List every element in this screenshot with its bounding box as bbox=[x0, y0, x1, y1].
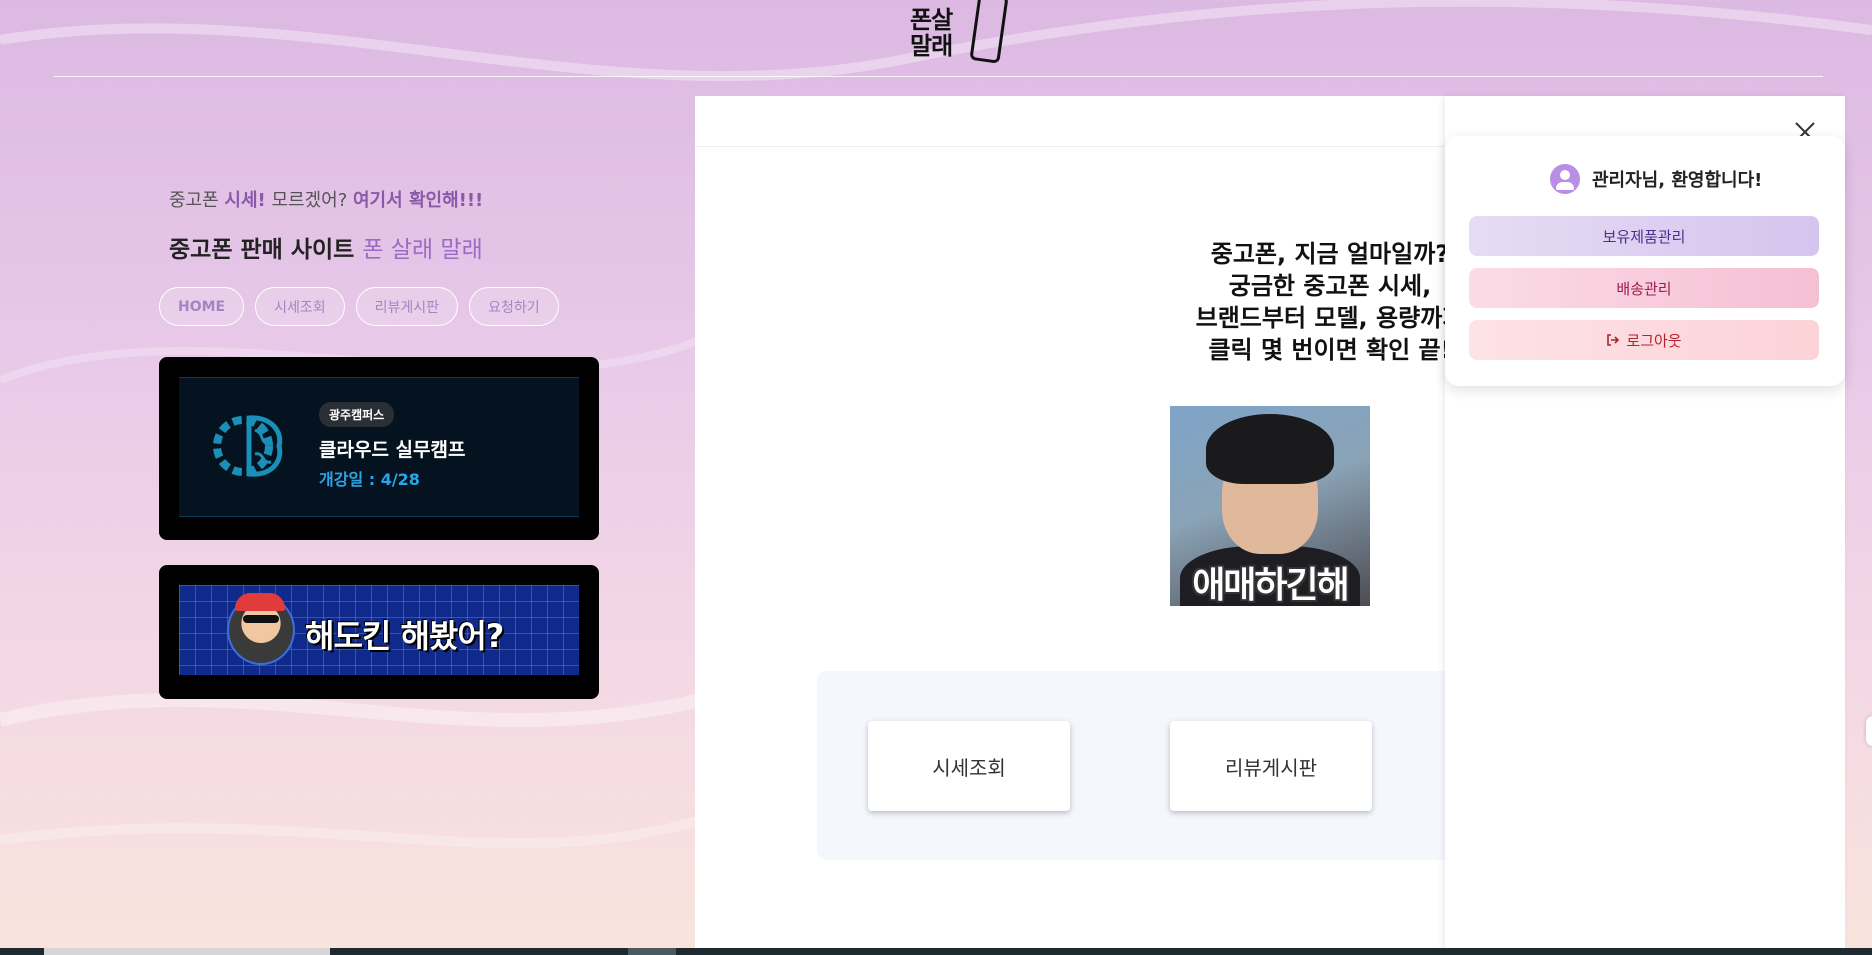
nav-price-lookup[interactable]: 시세조회 bbox=[255, 287, 345, 326]
nav-request[interactable]: 요청하기 bbox=[469, 287, 559, 326]
site-title: 중고폰 판매 사이트 폰 살래 말래 bbox=[169, 237, 483, 263]
logout-icon bbox=[1607, 334, 1620, 346]
logo-line-1: 폰살 bbox=[910, 6, 953, 34]
inventory-management-button[interactable]: 보유제품관리 bbox=[1469, 216, 1819, 256]
os-taskbar bbox=[0, 948, 1872, 955]
admin-side-panel: 관리자님, 환영합니다! 보유제품관리 배송관리 로그아웃 bbox=[1445, 96, 1845, 955]
welcome-text: 관리자님, 환영합니다! bbox=[1592, 170, 1763, 191]
nav-review-board[interactable]: 리뷰게시판 bbox=[355, 287, 459, 326]
brain-gear-icon bbox=[213, 415, 283, 477]
floating-edge-button[interactable] bbox=[1866, 716, 1872, 746]
campus-badge: 광주캠퍼스 bbox=[319, 402, 395, 427]
logo-line-2: 말래 bbox=[910, 32, 953, 60]
user-avatar-icon bbox=[1550, 164, 1580, 194]
video-banner-text: 해도킨 해봤어? bbox=[305, 617, 504, 655]
site-logo[interactable]: 폰살 말래 bbox=[910, 0, 1010, 66]
welcome-row: 관리자님, 환영합니다! bbox=[1550, 164, 1762, 194]
quick-review-board-button[interactable]: 리뷰게시판 bbox=[1170, 721, 1372, 811]
admin-card: 관리자님, 환영합니다! 보유제품관리 배송관리 로그아웃 bbox=[1445, 136, 1845, 386]
main-nav: HOME 시세조회 리뷰게시판 요청하기 bbox=[159, 287, 559, 326]
phone-icon bbox=[969, 0, 1009, 64]
tagline: 중고폰 시세! 모르겠어? 여기서 확인해!!! bbox=[169, 190, 484, 211]
nav-home[interactable]: HOME bbox=[159, 287, 245, 326]
logout-button[interactable]: 로그아웃 bbox=[1469, 320, 1819, 360]
sunglasses-icon bbox=[243, 615, 279, 623]
cloud-camp-banner[interactable]: 광주캠퍼스 클라우드 실무캠프 개강일 : 4/28 bbox=[159, 357, 599, 540]
shipping-management-button[interactable]: 배송관리 bbox=[1469, 268, 1819, 308]
video-banner[interactable]: 해도킨 해봤어? bbox=[159, 565, 599, 699]
header-divider bbox=[54, 76, 1823, 77]
camp-date: 개강일 : 4/28 bbox=[319, 470, 420, 489]
camp-title: 클라우드 실무캠프 bbox=[319, 439, 466, 461]
quick-links: 시세조회 리뷰게시판 bbox=[817, 671, 1457, 860]
meme-image: 애매하긴해 bbox=[1170, 406, 1370, 606]
quick-price-lookup-button[interactable]: 시세조회 bbox=[868, 721, 1070, 811]
meme-caption: 애매하긴해 bbox=[1192, 565, 1350, 606]
cap-icon bbox=[235, 593, 285, 611]
